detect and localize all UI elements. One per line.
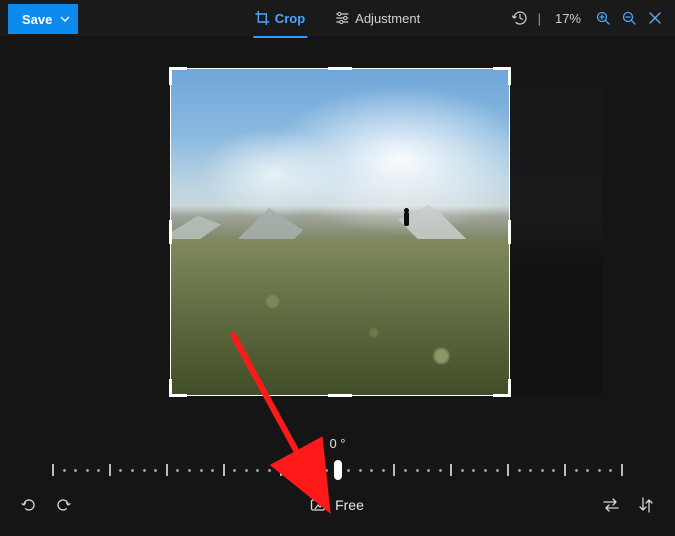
close-icon [647,10,663,26]
history-button[interactable] [512,10,528,26]
save-button[interactable]: Save [8,4,78,34]
tab-crop-label: Crop [275,11,305,26]
crop-icon [255,11,269,25]
close-button[interactable] [647,10,663,26]
tab-adjustment[interactable]: Adjustment [335,0,420,36]
crop-handle-right[interactable] [508,220,511,244]
photo-person [404,212,409,226]
rotate-cw-button[interactable] [54,496,72,514]
toolbar-divider: | [538,11,541,26]
rotate-ccw-icon [20,496,38,514]
zoom-in-button[interactable] [595,10,611,26]
top-toolbar: Save Crop Adjustment | 17% [0,0,675,36]
zoom-in-icon [595,10,611,26]
zoom-out-icon [621,10,637,26]
crop-frame[interactable] [170,68,510,396]
crop-handle-bl[interactable] [169,379,187,397]
zoom-out-button[interactable] [621,10,637,26]
rotate-cw-icon [54,496,72,514]
right-tools: | 17% [512,10,675,26]
aspect-ratio-label: Free [335,497,364,513]
bottom-controls: 0 ° [0,430,675,536]
history-icon [512,10,528,26]
tab-adjustment-label: Adjustment [355,11,420,26]
crop-handle-top[interactable] [328,67,352,70]
rotation-slider[interactable] [52,459,623,481]
chevron-down-icon [60,14,70,24]
bottom-button-row: Free [0,495,675,515]
canvas-area [0,36,675,430]
rotate-ccw-button[interactable] [20,496,38,514]
crop-handle-bottom[interactable] [328,394,352,397]
crop-handle-left[interactable] [169,220,172,244]
crop-handle-br[interactable] [493,379,511,397]
aspect-ratio-icon [309,496,327,514]
rotation-angle-label: 0 ° [0,436,675,451]
photo-ground [171,239,509,395]
mode-tabs: Crop Adjustment [255,0,420,36]
crop-handle-tr[interactable] [493,67,511,85]
flip-vertical-icon [637,495,655,515]
tab-crop[interactable]: Crop [255,0,305,36]
aspect-ratio-button[interactable]: Free [72,496,601,514]
flip-vertical-button[interactable] [637,495,655,515]
flip-horizontal-button[interactable] [601,496,621,514]
save-button-label: Save [22,12,52,27]
flip-horizontal-icon [601,496,621,514]
zoom-level[interactable]: 17% [551,11,585,26]
sliders-icon [335,11,349,25]
crop-handle-tl[interactable] [169,67,187,85]
rotation-slider-knob[interactable] [334,460,342,480]
